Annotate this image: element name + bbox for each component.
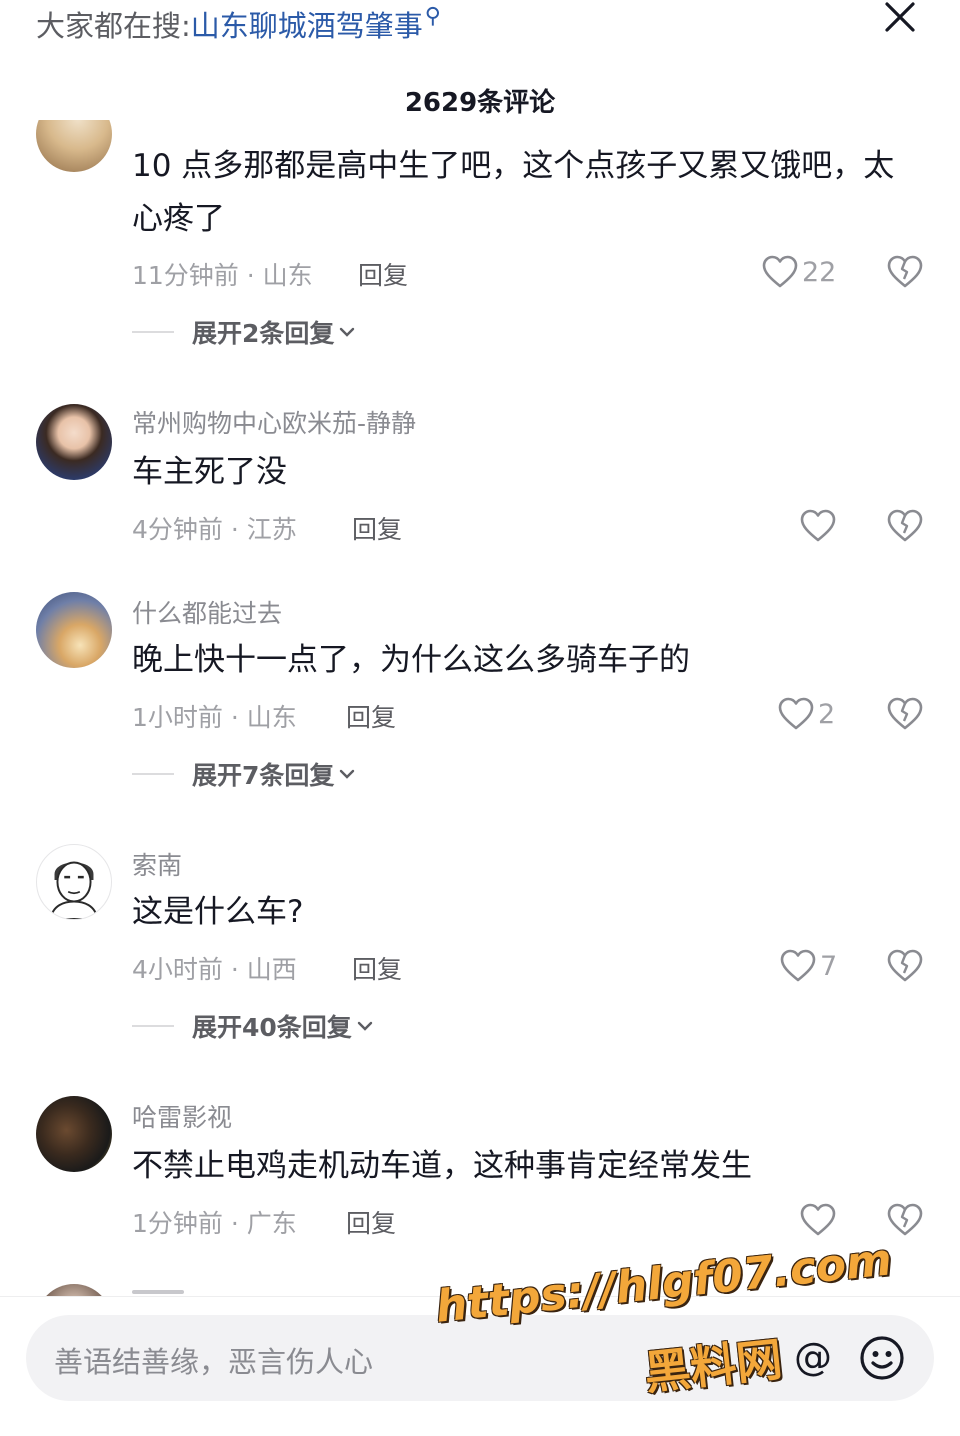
- reply-button[interactable]: 回复: [352, 510, 402, 546]
- chevron-down-icon: [357, 1021, 372, 1031]
- divider: [132, 1025, 174, 1027]
- trending-search-prefix: 大家都在搜:: [36, 9, 191, 43]
- like-button[interactable]: 2: [778, 694, 835, 734]
- reply-button[interactable]: 回复: [346, 1204, 396, 1240]
- avatar[interactable]: [36, 404, 112, 480]
- avatar[interactable]: [36, 592, 112, 668]
- divider: [132, 331, 174, 333]
- heart-icon: [780, 949, 816, 982]
- comment-username[interactable]: 什么都能过去: [132, 594, 282, 630]
- broken-heart-icon[interactable]: [886, 506, 924, 544]
- broken-heart-icon[interactable]: [886, 1200, 924, 1238]
- comment-text: 车主死了没: [132, 454, 287, 490]
- mention-icon[interactable]: @: [794, 1335, 832, 1379]
- smiley-icon[interactable]: [858, 1334, 906, 1382]
- trending-search-link[interactable]: 山东聊城酒驾肇事: [191, 3, 423, 45]
- trending-search[interactable]: 大家都在搜: 山东聊城酒驾肇事 ⚲: [36, 2, 441, 46]
- comment-meta: 4小时前 · 山西: [132, 955, 297, 984]
- expand-replies-label: 展开7条回复: [192, 761, 335, 790]
- close-icon[interactable]: [878, 0, 922, 36]
- broken-heart-icon[interactable]: [886, 946, 924, 984]
- divider: [132, 773, 174, 775]
- comment-username[interactable]: 索南: [132, 846, 182, 882]
- search-icon[interactable]: ⚲: [425, 4, 441, 29]
- comment-meta: 4分钟前 · 江苏: [132, 515, 297, 544]
- comment-input-bar: 善语结善缘，恶言伤人心 @: [0, 1296, 960, 1436]
- reply-button[interactable]: 回复: [346, 698, 396, 734]
- heart-icon: [800, 1203, 836, 1236]
- comment-input[interactable]: 善语结善缘，恶言伤人心 @: [26, 1315, 934, 1401]
- expand-replies[interactable]: 展开7条回复: [132, 756, 356, 792]
- reply-button[interactable]: 回复: [358, 256, 408, 292]
- comment-input-placeholder: 善语结善缘，恶言伤人心: [54, 1345, 374, 1379]
- comment-username[interactable]: 哈雷影视: [132, 1098, 232, 1134]
- comment-count: 2629条评论: [404, 88, 556, 118]
- expand-replies[interactable]: 展开2条回复: [132, 314, 356, 350]
- like-count: 7: [820, 950, 838, 982]
- like-button[interactable]: 22: [762, 252, 836, 292]
- avatar[interactable]: [36, 1284, 112, 1296]
- comment-username[interactable]: 常州购物中心欧米茄-静静: [132, 404, 416, 440]
- broken-heart-icon[interactable]: [886, 252, 924, 290]
- like-count: 2: [818, 698, 836, 730]
- like-button[interactable]: [800, 1200, 836, 1240]
- comment-username-partial: [132, 1280, 192, 1296]
- comment-meta: 1小时前 · 山东: [132, 703, 297, 732]
- like-count: 22: [802, 256, 837, 288]
- comment-list[interactable]: 10 点多那都是高中生了吧，这个点孩子又累又饿吧，太心疼了 11分钟前 · 山东…: [0, 120, 960, 1296]
- broken-heart-icon[interactable]: [886, 694, 924, 732]
- comment-text: 10 点多那都是高中生了吧，这个点孩子又累又饿吧，太心疼了: [132, 148, 895, 237]
- like-button[interactable]: [800, 506, 836, 546]
- comment-meta: 11分钟前 · 山东: [132, 261, 313, 290]
- chevron-down-icon: [340, 327, 355, 337]
- expand-replies-label: 展开2条回复: [192, 319, 335, 348]
- comment-meta: 1分钟前 · 广东: [132, 1209, 297, 1238]
- reply-button[interactable]: 回复: [352, 950, 402, 986]
- heart-icon: [762, 255, 798, 288]
- like-button[interactable]: 7: [780, 946, 837, 986]
- comment-text: 这是什么车?: [132, 894, 304, 930]
- heart-icon: [800, 509, 836, 542]
- comment-text: 不禁止电鸡走机动车道，这种事肯定经常发生: [132, 1148, 752, 1184]
- chevron-down-icon: [340, 769, 355, 779]
- expand-replies-label: 展开40条回复: [192, 1013, 352, 1042]
- avatar[interactable]: [36, 844, 112, 920]
- expand-replies[interactable]: 展开40条回复: [132, 1008, 374, 1044]
- avatar[interactable]: [36, 1096, 112, 1172]
- heart-icon: [778, 697, 814, 730]
- comment-text: 晚上快十一点了，为什么这么多骑车子的: [132, 642, 690, 678]
- avatar[interactable]: [36, 120, 112, 172]
